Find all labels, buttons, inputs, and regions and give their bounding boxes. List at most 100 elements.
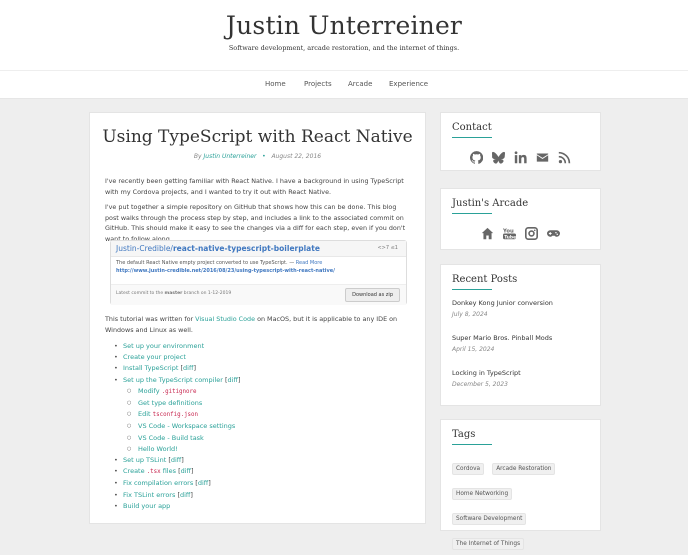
toc-item: Set up your environment	[114, 341, 241, 352]
recent-post-link[interactable]: Super Mario Bros. Pinball Mods	[452, 334, 552, 342]
meta-separator: •	[262, 153, 266, 160]
toc-link-create-project[interactable]: Create your project	[123, 353, 186, 361]
i6-post: files	[160, 467, 176, 476]
toc-link-tsconfig[interactable]: Edit tsconfig.json	[138, 410, 198, 418]
tags-widget: Tags Cordova Arcade Restoration Home Net…	[440, 419, 601, 550]
toc-subitem: Hello World!	[127, 444, 241, 455]
diff-link[interactable]: diff	[228, 376, 238, 384]
toc-link-tslint[interactable]: Set up TSLint	[123, 456, 166, 464]
recent-posts-widget: Recent Posts Donkey Kong Junior conversi…	[440, 264, 601, 406]
table-of-contents: Set up your environment Create your proj…	[114, 341, 241, 512]
recent-post-date: April 15, 2024	[452, 346, 495, 353]
bracket: ]	[181, 456, 184, 465]
github-repo-card[interactable]: Justin-Credible/react-native-typescript-…	[110, 240, 407, 305]
toc-item: Create .tsx files [diff]	[114, 466, 241, 478]
nav-item-experience[interactable]: Experience	[389, 80, 428, 88]
diff-link[interactable]: diff	[198, 479, 208, 487]
github-icon[interactable]	[469, 151, 483, 164]
recent-post-link[interactable]: Locking in TypeScript	[452, 369, 521, 377]
site-header: Justin Unterreiner Software development,…	[0, 0, 688, 70]
toc-subitem: Get type definitions	[127, 398, 241, 409]
diff-link[interactable]: diff	[180, 491, 190, 499]
repo-stats: <>7 ≤1	[377, 245, 398, 251]
toc-link-build-app[interactable]: Build your app	[123, 502, 170, 510]
toc-link-hello-world[interactable]: Hello World!	[138, 445, 178, 453]
linkedin-icon[interactable]	[514, 151, 527, 164]
toc-link-workspace-settings[interactable]: VS Code - Workspace settings	[138, 422, 235, 430]
toc-link-install-typescript[interactable]: Install TypeScript	[123, 364, 178, 372]
instagram-icon[interactable]	[525, 227, 539, 240]
toc-link-tslint-errors[interactable]: Fix TSLint errors	[123, 491, 175, 499]
repo-description: The default React Native empty project c…	[116, 260, 401, 266]
s3-code: tsconfig.json	[152, 412, 199, 419]
toc-link-build-task[interactable]: VS Code - Build task	[138, 434, 204, 442]
recent-post-link[interactable]: Donkey Kong Junior conversion	[452, 299, 553, 307]
home-icon[interactable]	[481, 227, 494, 240]
diff-link[interactable]: diff	[183, 364, 193, 372]
nav-item-home[interactable]: Home	[265, 80, 286, 88]
bracket: ]	[190, 490, 193, 499]
tag-arcade-restoration[interactable]: Arcade Restoration	[492, 463, 556, 475]
toc-link-tsx-files[interactable]: Create .tsx files	[123, 467, 176, 475]
diff-link[interactable]: diff	[181, 467, 191, 475]
rss-icon[interactable]	[558, 151, 571, 164]
commit-suffix: branch on 1-12-2019	[182, 291, 232, 296]
post-by: By	[193, 153, 202, 160]
diff-link[interactable]: diff	[171, 456, 181, 464]
title-underline	[452, 444, 492, 445]
butterfly-icon[interactable]	[491, 151, 505, 164]
bracket: ]	[237, 375, 241, 384]
recent-post-date: July 8, 2024	[452, 311, 488, 318]
gamepad-icon[interactable]	[547, 227, 561, 240]
svg-text:Tube: Tube	[504, 234, 516, 240]
tag-internet-of-things[interactable]: The Internet of Things	[452, 538, 525, 550]
toc-subitem: Edit tsconfig.json	[127, 409, 241, 421]
contact-title: Contact	[452, 122, 492, 133]
tag-software-development[interactable]: Software Development	[452, 513, 527, 525]
toc-subitem: Modify .gitignore	[127, 386, 241, 398]
arcade-title: Justin's Arcade	[452, 198, 529, 209]
nav-item-projects[interactable]: Projects	[304, 80, 332, 88]
post-title[interactable]: Using TypeScript with React Native	[90, 127, 425, 147]
s1-pre: Modify	[138, 386, 162, 395]
tag-cordova[interactable]: Cordova	[452, 463, 485, 475]
vscode-link[interactable]: Visual Studio Code	[195, 315, 255, 323]
toc-item: Build your app	[114, 501, 241, 512]
recent-posts-title: Recent Posts	[452, 274, 518, 285]
s3-pre: Edit	[138, 410, 153, 419]
repo-url-link[interactable]: http://www.justin-credible.net/2016/08/2…	[116, 268, 335, 274]
toc-link-compilation-errors[interactable]: Fix compilation errors	[123, 479, 193, 487]
download-zip-button[interactable]: Download as zip	[345, 288, 400, 302]
repo-name-link[interactable]: Justin-Credible/react-native-typescript-…	[116, 244, 320, 253]
toc-item: Install TypeScript [diff]	[114, 363, 241, 374]
toc-link-ts-compiler[interactable]: Set up the TypeScript compiler	[123, 376, 223, 384]
nav-item-arcade[interactable]: Arcade	[348, 80, 372, 88]
tags-title: Tags	[452, 429, 476, 440]
toc-link-gitignore[interactable]: Modify .gitignore	[138, 387, 197, 395]
toc-item: Set up TSLint [diff]	[114, 455, 241, 466]
toc-link-environment[interactable]: Set up your environment	[123, 342, 204, 350]
post-date: August 22, 2016	[271, 153, 322, 160]
title-underline	[452, 213, 492, 214]
post-meta: By Justin Unterreiner • August 22, 2016	[90, 153, 425, 160]
repo-read-more-link[interactable]: Read More	[296, 260, 323, 266]
mail-icon[interactable]	[536, 151, 549, 164]
post-author-link[interactable]: Justin Unterreiner	[204, 153, 257, 160]
p3-pre: This tutorial was written for	[105, 315, 196, 323]
contact-widget: Contact	[440, 112, 601, 171]
site-title[interactable]: Justin Unterreiner	[0, 11, 688, 40]
toc-item: Set up the TypeScript compiler [diff]	[114, 375, 241, 386]
toc-subitem: VS Code - Workspace settings	[127, 421, 241, 432]
toc-link-type-defs[interactable]: Get type definitions	[138, 399, 202, 407]
main-nav: Home Projects Arcade Experience	[0, 70, 688, 99]
bracket: ]	[191, 467, 194, 476]
repo-commit-info: Latest commit to the master branch on 1-…	[116, 291, 231, 296]
arcade-icons: You Tube	[441, 223, 600, 242]
youtube-icon[interactable]: YouTube	[502, 227, 516, 240]
toc-item: Fix compilation errors [diff]	[114, 478, 241, 489]
tag-home-networking[interactable]: Home Networking	[452, 488, 513, 500]
i6-code: .tsx	[146, 469, 161, 476]
site-tagline: Software development, arcade restoration…	[228, 44, 460, 52]
tag-list: Cordova Arcade Restoration Home Networki…	[452, 455, 597, 555]
toc-item: Fix TSLint errors [diff]	[114, 490, 241, 501]
